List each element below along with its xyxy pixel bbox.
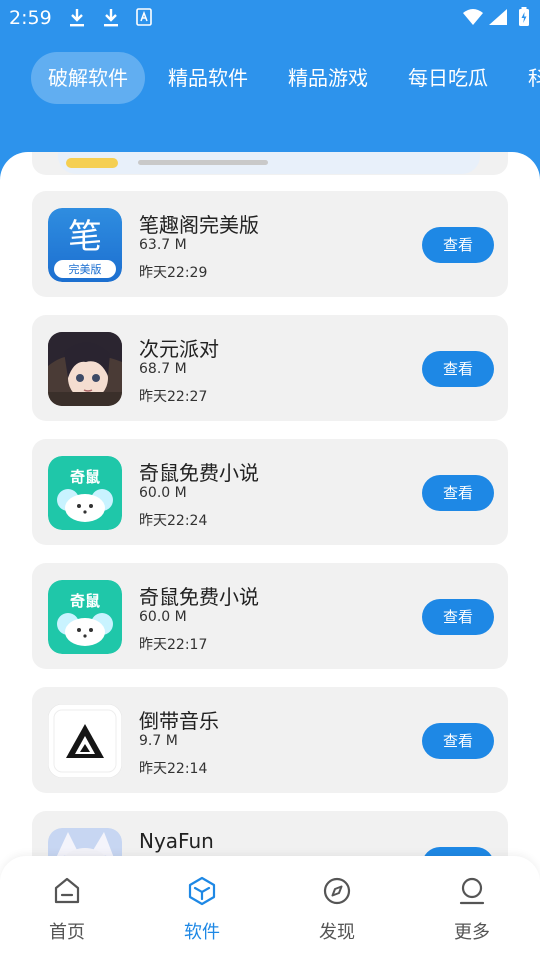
battery-icon (519, 7, 529, 26)
ciyuan-icon (48, 332, 122, 406)
daodai-icon (48, 704, 122, 778)
accessibility-icon (136, 8, 152, 26)
status-time: 2:59 (9, 7, 52, 29)
view-button[interactable]: 查看 (422, 351, 494, 387)
app-time: 昨天22:29 (139, 265, 208, 281)
nav-home[interactable]: 首页 (22, 876, 112, 944)
biquge-icon: 笔 完美版 (48, 208, 122, 282)
user-icon (459, 877, 485, 905)
view-button[interactable]: 查看 (422, 475, 494, 511)
tab-daily-gossip[interactable]: 每日吃瓜 (408, 52, 488, 104)
tab-crack-software[interactable]: 破解软件 (31, 52, 145, 104)
app-time: 昨天22:17 (139, 637, 208, 653)
qishu-icon-label: 奇鼠 (70, 468, 100, 486)
home-icon (54, 877, 80, 904)
bottom-nav: 首页 软件 发现 更多 (0, 856, 540, 960)
nav-label: 软件 (184, 922, 220, 943)
biquge-icon-subtitle: 完美版 (69, 262, 102, 276)
nav-label: 更多 (454, 922, 490, 943)
biquge-icon-char: 笔 (68, 217, 102, 257)
qishu-icon: 奇鼠 (48, 580, 122, 654)
list-item[interactable]: 奇鼠 奇鼠免费小说 60.0 M 昨天22:17 查看 (32, 563, 508, 669)
nav-more[interactable]: 更多 (427, 876, 517, 944)
app-size: 9.7 M (139, 733, 178, 749)
category-tabs: 破解软件 精品软件 精品游戏 每日吃瓜 科 (0, 52, 540, 104)
list-item[interactable]: 奇鼠 奇鼠免费小说 60.0 M 昨天22:24 查看 (32, 439, 508, 545)
nav-label: 首页 (49, 922, 85, 943)
app-size: 60.0 M (139, 485, 187, 501)
app-list-sheet: 笔 完美版 笔趣阁完美版 63.7 M 昨天22:29 查看 次元派对 68.7… (0, 152, 540, 960)
banner-text-partial (138, 160, 268, 165)
list-item[interactable]: 笔 完美版 笔趣阁完美版 63.7 M 昨天22:29 查看 (32, 191, 508, 297)
app-name: 笔趣阁完美版 (139, 213, 259, 237)
download-icon (70, 9, 84, 27)
view-button[interactable]: 查看 (422, 227, 494, 263)
app-size: 63.7 M (139, 237, 187, 253)
compass-icon (323, 877, 351, 905)
view-button[interactable]: 查看 (422, 599, 494, 635)
list-item[interactable]: 倒带音乐 9.7 M 昨天22:14 查看 (32, 687, 508, 793)
notice-banner[interactable] (58, 152, 480, 174)
nav-discover[interactable]: 发现 (292, 876, 382, 944)
list-item[interactable]: 次元派对 68.7 M 昨天22:27 查看 (32, 315, 508, 421)
status-bar: 2:59 (0, 0, 540, 36)
app-time: 昨天22:27 (139, 389, 208, 405)
banner-badge (66, 158, 118, 168)
app-size: 60.0 M (139, 609, 187, 625)
nav-label: 发现 (319, 922, 355, 943)
tab-premium-games[interactable]: 精品游戏 (288, 52, 368, 104)
app-name: NyaFun (139, 829, 214, 853)
nav-software[interactable]: 软件 (157, 876, 247, 944)
app-time: 昨天22:24 (139, 513, 208, 529)
view-button[interactable]: 查看 (422, 723, 494, 759)
app-name: 奇鼠免费小说 (139, 585, 259, 609)
box-icon (188, 876, 216, 906)
signal-icon (489, 9, 507, 25)
download-icon (104, 9, 118, 27)
wifi-icon (463, 9, 483, 25)
tab-premium-software[interactable]: 精品软件 (168, 52, 248, 104)
app-name: 倒带音乐 (139, 709, 219, 733)
qishu-icon: 奇鼠 (48, 456, 122, 530)
app-name: 次元派对 (139, 337, 219, 361)
app-name: 奇鼠免费小说 (139, 461, 259, 485)
app-size: 68.7 M (139, 361, 187, 377)
app-time: 昨天22:14 (139, 761, 208, 777)
tab-more[interactable]: 科 (528, 52, 540, 104)
qishu-icon-label: 奇鼠 (70, 592, 100, 610)
